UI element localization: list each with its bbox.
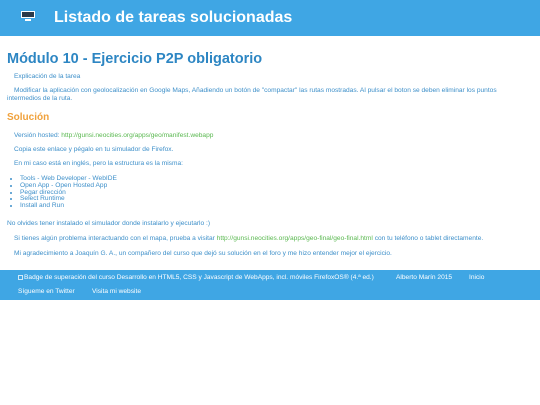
problem-text-after: con tu teléfono o tablet directamente. [372,235,484,242]
home-link[interactable]: Inicio [469,274,484,282]
hosted-url-link[interactable]: http://gunsi.neocities.org/apps/geo/mani… [61,132,213,139]
site-footer: Badge de superación del curso Desarrollo… [0,270,540,300]
monitor-icon [21,11,35,21]
problem-text-before: Si tienes algún problema interactuando c… [14,235,217,242]
reminder-text: No olvides tener instalado el simulador … [7,220,211,227]
course-badge[interactable]: Badge de superación del curso Desarrollo… [18,274,374,282]
page-title: Listado de tareas solucionadas [54,9,293,26]
english-note: En mi caso está en inglés, pero la estru… [14,160,183,167]
explanation-label: Explicación de la tarea [14,73,81,80]
task-description: Modificar la aplicación con geolocalizac… [7,87,497,102]
badge-alt-text: Badge de superación del curso Desarrollo… [24,274,374,281]
thanks-text: Mi agradecimiento a Joaquín G. A., un co… [14,250,392,257]
hosted-version: Versión hosted: http://gunsi.neocities.o… [14,132,213,140]
hosted-label: Versión hosted: [14,132,62,139]
list-item: Install and Run [20,202,117,210]
solution-title: Solución [7,112,50,123]
twitter-link[interactable]: Sígueme en Twitter [18,288,75,296]
problem-text: Si tienes algún problema interactuando c… [14,235,483,243]
broken-image-icon [18,275,23,280]
module-title: Módulo 10 - Ejercicio P2P obligatorio [7,51,263,67]
steps-list: Tools - Web Developer - WebIDE Open App … [7,175,117,210]
author-credit: Alberto Marín 2015 [396,274,453,281]
site-header: Listado de tareas solucionadas [0,0,540,36]
website-link[interactable]: Visita mi website [92,288,141,296]
geo-final-link[interactable]: http://gunsi.neocities.org/apps/geo-fina… [217,235,373,242]
copy-instruction: Copia este enlace y pégalo en tu simulad… [14,146,174,153]
main-content: Módulo 10 - Ejercicio P2P obligatorio Ex… [7,50,527,257]
